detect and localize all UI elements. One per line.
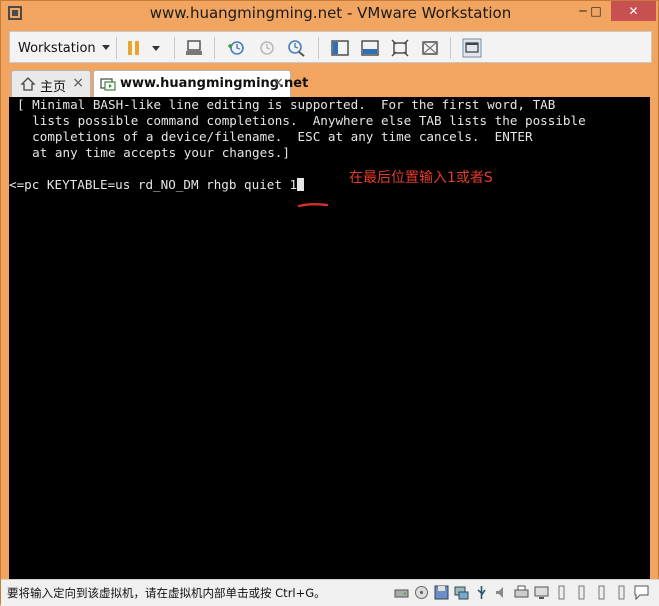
text-cursor — [297, 178, 305, 191]
red-underline-mark — [297, 203, 329, 208]
usb-device-icon[interactable] — [613, 584, 630, 601]
sound-card-icon[interactable] — [493, 584, 510, 601]
workstation-menu-button[interactable]: Workstation — [14, 37, 114, 59]
help-line: at any time accepts your changes.] — [17, 145, 290, 160]
tab-home-label: 主页 — [40, 80, 67, 95]
usb-device-icon[interactable] — [593, 584, 610, 601]
revert-snapshot-icon[interactable] — [256, 38, 276, 58]
title-bar[interactable]: www.huangmingming.net - VMware Workstati… — [1, 1, 659, 27]
network-adapter-icon[interactable] — [453, 584, 470, 601]
window-title: www.huangmingming.net - VMware Workstati… — [149, 4, 512, 22]
usb-device-icon[interactable] — [553, 584, 570, 601]
toolbar-divider — [450, 37, 451, 59]
toolbar-divider — [214, 37, 215, 59]
home-icon — [20, 77, 36, 91]
pause-icon[interactable] — [124, 38, 144, 58]
toolbar-divider — [174, 37, 175, 59]
vm-console[interactable]: [ Minimal BASH-like line editing is supp… — [9, 97, 650, 579]
display-icon[interactable] — [533, 584, 550, 601]
full-screen-icon[interactable] — [390, 38, 410, 58]
message-log-icon[interactable] — [633, 584, 650, 601]
toolbar-divider — [116, 37, 117, 59]
usb-device-icon[interactable] — [573, 584, 590, 601]
hard-disk-icon[interactable] — [393, 584, 410, 601]
snapshot-icon[interactable] — [226, 38, 246, 58]
annotation-text: 在最后位置输入1或者S — [349, 170, 493, 186]
console-view-icon[interactable] — [462, 38, 482, 58]
kernel-command-line[interactable]: <=pc KEYTABLE=us rd_NO_DM rhgb quiet 1 — [9, 177, 305, 193]
thumbnail-bar-icon[interactable] — [360, 38, 380, 58]
chevron-down-icon — [101, 45, 110, 50]
grub-help-text: [ Minimal BASH-like line editing is supp… — [17, 97, 586, 161]
send-ctrl-alt-del-icon[interactable] — [184, 38, 204, 58]
toolbar-divider — [318, 37, 319, 59]
unity-icon[interactable] — [420, 38, 440, 58]
tab-home[interactable]: 主页 × — [11, 70, 91, 97]
show-library-icon[interactable] — [330, 38, 350, 58]
cd-dvd-icon[interactable] — [413, 584, 430, 601]
tab-vm[interactable]: www.huangmingming.net × — [93, 70, 308, 97]
help-line: lists possible command completions. Anyw… — [17, 113, 586, 128]
printer-icon[interactable] — [513, 584, 530, 601]
status-text: 要将输入定向到该虚拟机，请在虚拟机内部单击或按 Ctrl+G。 — [7, 586, 326, 600]
tab-bar: 主页 × www.huangmingming.net × — [9, 67, 652, 97]
vm-icon — [100, 78, 116, 91]
help-line: [ Minimal BASH-like line editing is supp… — [17, 97, 556, 112]
snapshot-manager-icon[interactable] — [286, 38, 306, 58]
power-dropdown-chevron-icon[interactable] — [146, 38, 166, 58]
usb-controller-icon[interactable] — [473, 584, 490, 601]
toolbar: Workstation — [9, 31, 652, 63]
command-text: <=pc KEYTABLE=us rd_NO_DM rhgb quiet 1 — [9, 177, 298, 192]
help-line: completions of a device/filename. ESC at… — [17, 129, 533, 144]
device-icons — [393, 584, 630, 601]
tab-home-close-icon[interactable]: × — [72, 75, 84, 91]
workstation-label: Workstation — [18, 40, 96, 56]
close-button[interactable]: ✕ — [611, 1, 656, 21]
vmware-window: www.huangmingming.net - VMware Workstati… — [0, 0, 659, 606]
maximize-button[interactable]: □ — [581, 1, 611, 21]
tab-vm-close-icon[interactable]: × — [272, 75, 284, 91]
floppy-icon[interactable] — [433, 584, 450, 601]
status-bar: 要将输入定向到该虚拟机，请在虚拟机内部单击或按 Ctrl+G。 — [1, 579, 659, 606]
